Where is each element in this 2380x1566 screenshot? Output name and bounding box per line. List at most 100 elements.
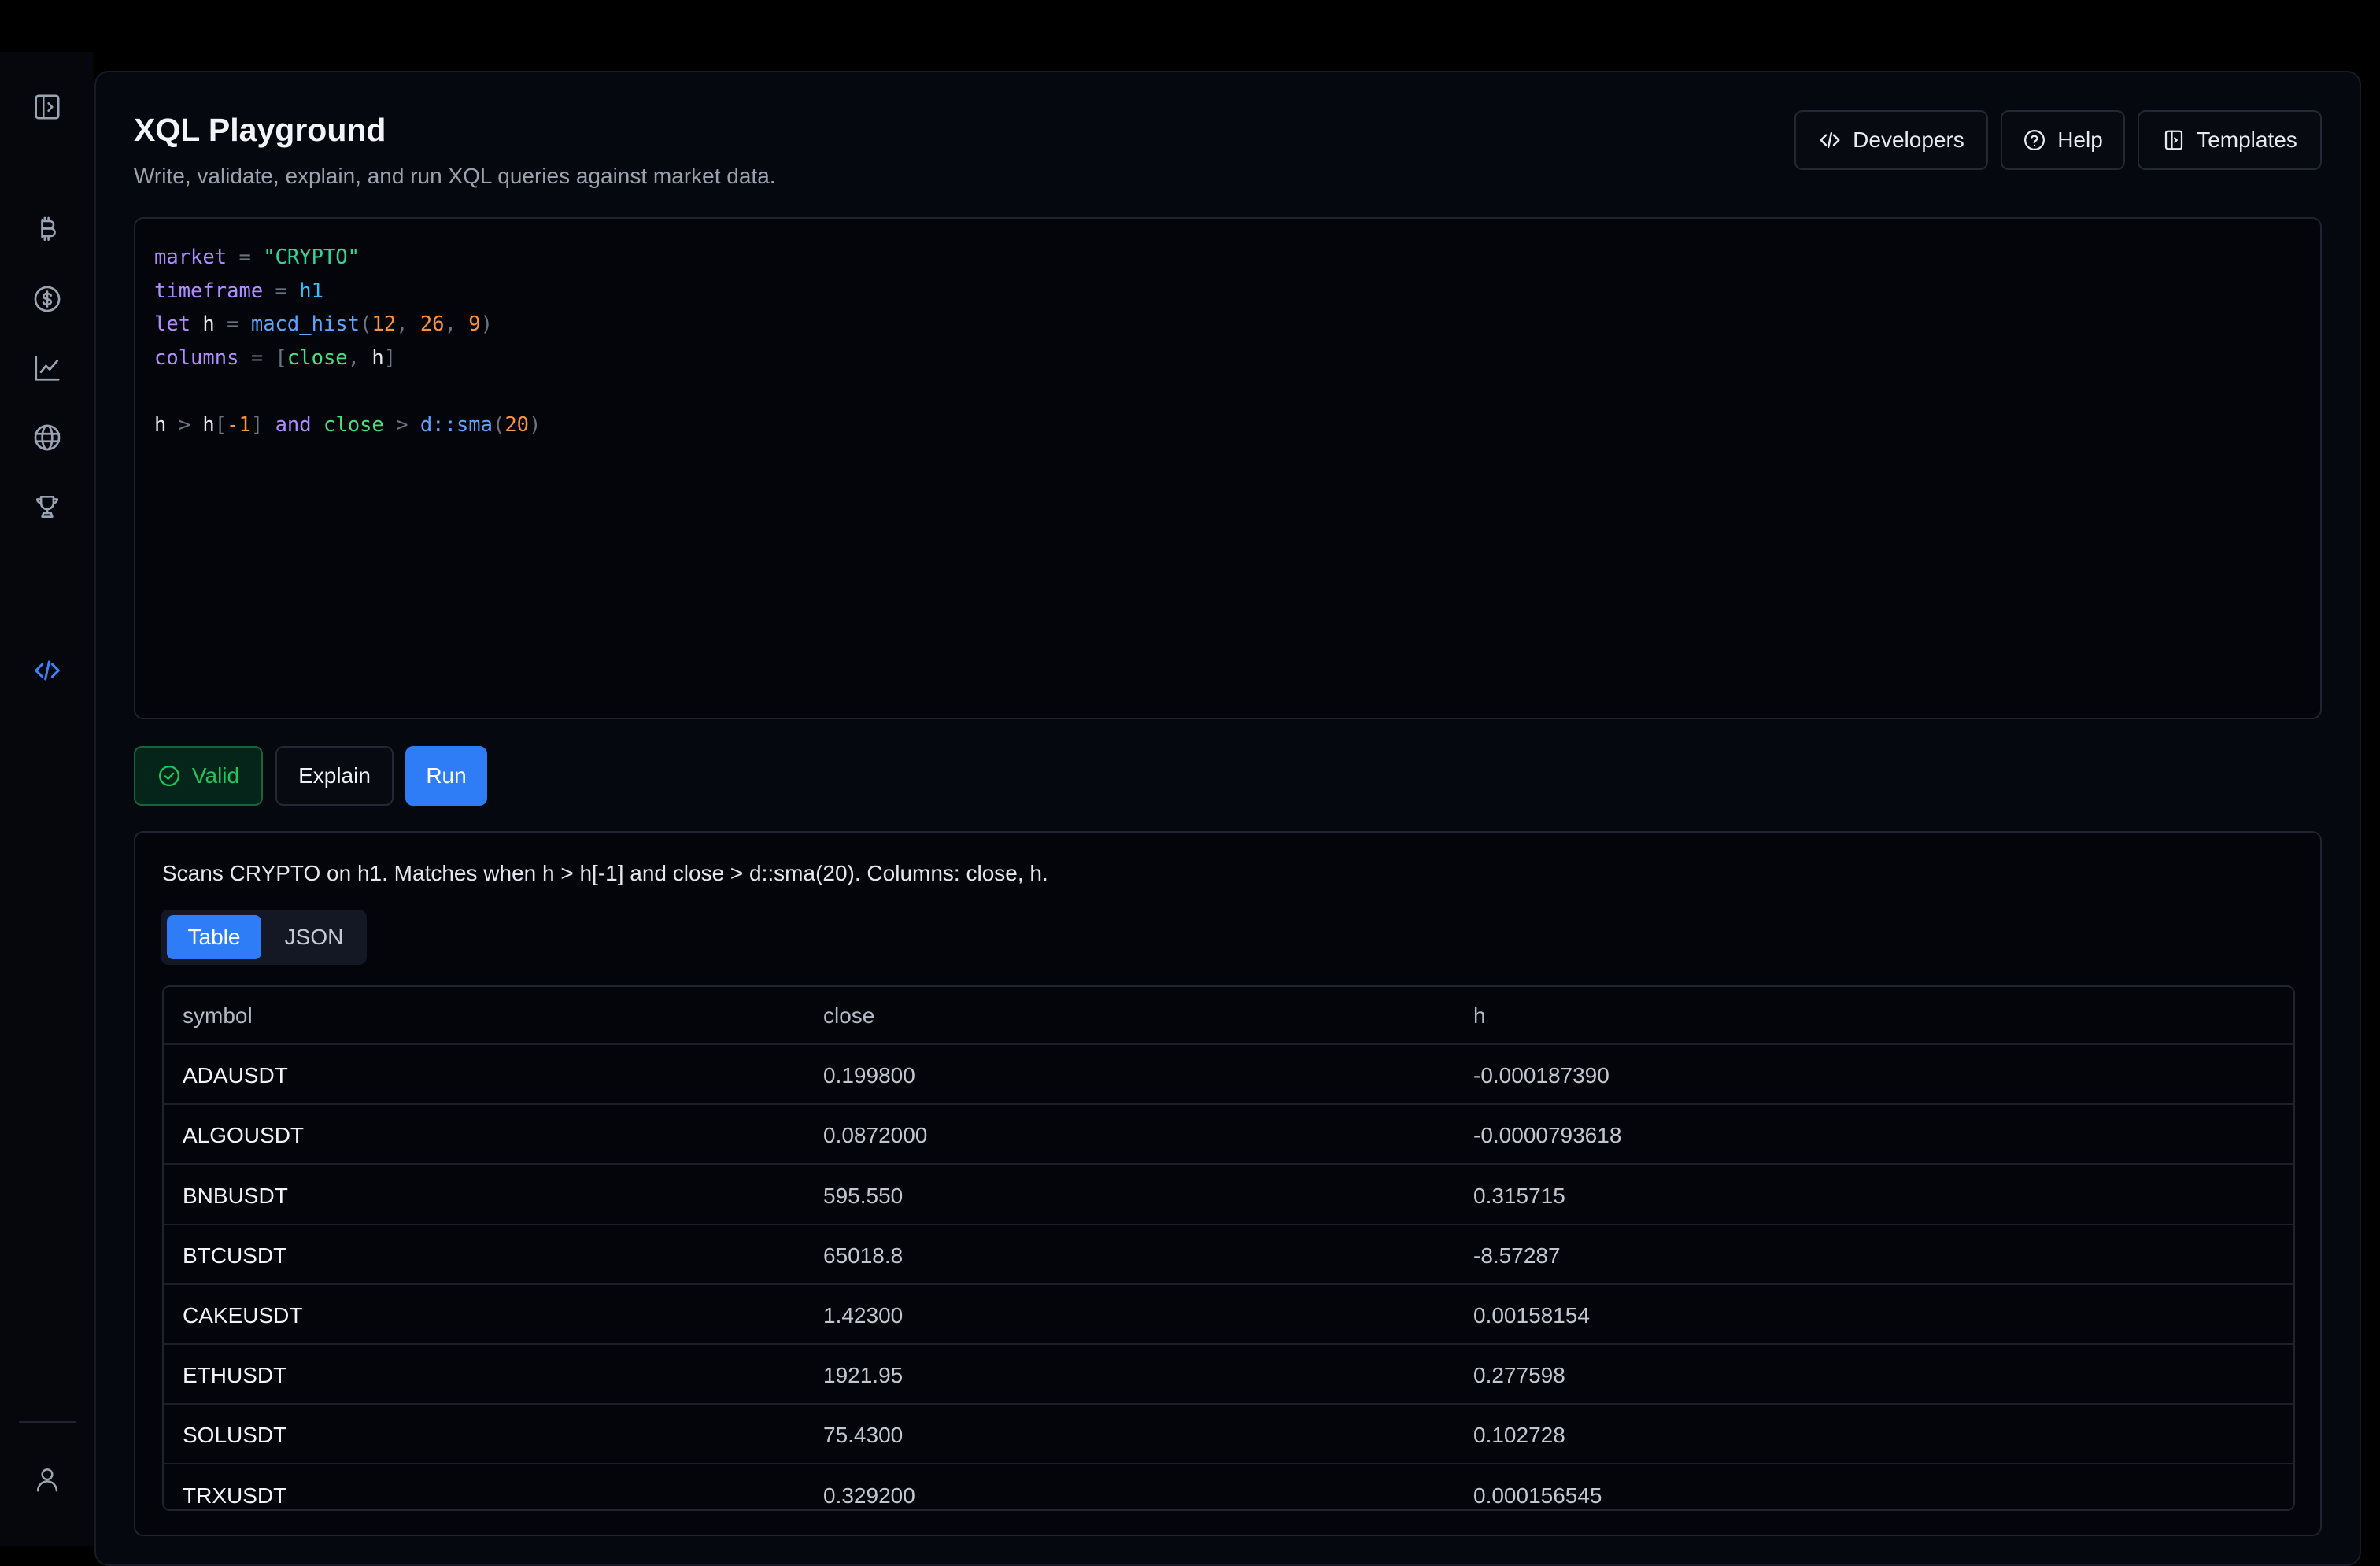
table-cell: TRXUSDT — [183, 1483, 287, 1508]
code-token: columns — [154, 345, 239, 370]
table-row[interactable]: BTCUSDT 65018.8 -8.57287 — [164, 1227, 2293, 1285]
table-cell: ADAUSDT — [183, 1063, 288, 1088]
table-row[interactable]: SOLUSDT 75.4300 0.102728 — [164, 1406, 2293, 1465]
table-cell: 1921.95 — [823, 1363, 904, 1388]
column-header: close — [823, 1003, 875, 1028]
table-row[interactable]: TRXUSDT 0.329200 0.000156545 — [164, 1467, 2293, 1509]
check-circle-icon — [158, 766, 179, 786]
templates-button[interactable]: Templates — [2138, 110, 2322, 170]
table-row[interactable]: ALGOUSDT 0.0872000 -0.0000793618 — [164, 1106, 2293, 1165]
code-line: let h = macd_hist(12, 26, 9) — [154, 308, 2301, 342]
code-token: ] — [250, 412, 275, 437]
sidebar — [0, 52, 94, 1546]
code-token: "CRYPTO" — [263, 246, 360, 269]
table-cell: 75.4300 — [823, 1423, 904, 1448]
valid-label: Valid — [191, 763, 240, 788]
window-top-bar — [0, 0, 2380, 52]
help-circle-icon — [2024, 130, 2046, 150]
table-cell: 0.277598 — [1473, 1363, 1565, 1388]
table-row[interactable]: ETHUSDT 1921.95 0.277598 — [164, 1346, 2293, 1405]
table-cell: 1.42300 — [823, 1303, 904, 1328]
code-token: , — [444, 312, 469, 336]
table-row[interactable]: CAKEUSDT 1.42300 0.00158154 — [164, 1287, 2293, 1345]
table-cell: 0.00158154 — [1473, 1303, 1590, 1328]
code-token: macd_hist — [250, 312, 360, 336]
table-cell: 0.315715 — [1473, 1183, 1565, 1208]
code-line: timeframe = h1 — [154, 275, 2301, 308]
code-token: = — [227, 312, 251, 336]
table-cell: 0.0872000 — [823, 1123, 928, 1148]
developers-button-label: Developers — [1853, 127, 1964, 152]
table-cell: 0.000156545 — [1473, 1483, 1602, 1508]
panel-toggle-icon[interactable] — [28, 88, 66, 126]
code-token: let — [154, 312, 191, 336]
chart-line-icon[interactable] — [28, 349, 66, 387]
tab-table[interactable]: Table — [167, 915, 261, 959]
table-cell: -0.000187390 — [1473, 1063, 1609, 1088]
help-button[interactable]: Help — [2001, 110, 2125, 170]
trophy-icon[interactable] — [28, 488, 66, 526]
code-token: timeframe — [154, 279, 264, 303]
code-token: > — [166, 412, 203, 437]
code-token: 26 — [419, 312, 445, 336]
table-cell: 595.550 — [823, 1183, 904, 1208]
code-icon — [1820, 132, 1840, 148]
code-token: -1 — [227, 412, 251, 437]
explain-button[interactable]: Explain — [275, 746, 394, 806]
column-header: h — [1473, 1003, 1486, 1028]
developers-button[interactable]: Developers — [1794, 110, 1988, 170]
table-row[interactable]: BNBUSDT 595.550 0.315715 — [164, 1167, 2293, 1225]
code-line: market = "CRYPTO" — [154, 241, 2301, 275]
table-cell: -8.57287 — [1473, 1243, 1561, 1268]
table-cell: 0.329200 — [823, 1483, 915, 1508]
table-header-row: symbol close h — [164, 987, 2293, 1045]
dollar-icon[interactable] — [28, 280, 66, 318]
table-cell: -0.0000793618 — [1473, 1123, 1622, 1148]
table-cell: ALGOUSDT — [183, 1123, 305, 1148]
view-toggle: Table JSON — [161, 910, 367, 965]
code-token: h — [371, 345, 384, 370]
sidebar-divider — [19, 1421, 76, 1423]
page-title: XQL Playground — [134, 112, 386, 148]
code-token: close — [311, 412, 384, 437]
help-button-label: Help — [2057, 127, 2103, 152]
column-header: symbol — [183, 1003, 253, 1028]
code-token: = — [227, 246, 264, 269]
tab-json[interactable]: JSON — [268, 915, 360, 959]
code-token: ) — [529, 412, 541, 437]
table-cell: 0.199800 — [823, 1063, 915, 1088]
bitcoin-icon[interactable] — [28, 211, 66, 249]
table-cell: BTCUSDT — [183, 1243, 287, 1268]
code-token: = [ — [238, 345, 287, 370]
run-button[interactable]: Run — [405, 746, 487, 806]
code-token: market — [154, 246, 227, 269]
code-token: 20 — [504, 412, 530, 437]
table-cell: 65018.8 — [823, 1243, 904, 1268]
code-token: ) — [480, 312, 493, 336]
code-token: d::sma — [419, 412, 493, 437]
explain-label: Explain — [298, 763, 371, 788]
code-token: , — [396, 312, 420, 336]
code-icon[interactable] — [28, 652, 66, 689]
code-token: [ — [214, 412, 227, 437]
panel-template-icon — [2165, 130, 2183, 150]
code-token: h — [154, 412, 167, 437]
code-token: and — [275, 412, 312, 437]
code-token: h1 — [299, 279, 323, 303]
code-token: ( — [360, 312, 372, 336]
code-token: > — [383, 412, 420, 437]
code-token: h — [202, 412, 215, 437]
page-subtitle: Write, validate, explain, and run XQL qu… — [134, 164, 776, 188]
globe-icon[interactable] — [28, 419, 66, 456]
table-cell: ETHUSDT — [183, 1363, 287, 1388]
valid-status-button[interactable]: Valid — [134, 746, 263, 806]
code-token: 12 — [371, 312, 397, 336]
user-icon[interactable] — [28, 1461, 66, 1498]
query-editor[interactable]: market = "CRYPTO" timeframe = h1 let h = m… — [134, 217, 2322, 719]
table-row[interactable]: ADAUSDT 0.199800 -0.000187390 — [164, 1047, 2293, 1106]
table-cell: 0.102728 — [1473, 1423, 1565, 1448]
templates-button-label: Templates — [2197, 127, 2297, 152]
results-panel: Scans CRYPTO on h1. Matches when h > h[-… — [134, 831, 2322, 1536]
code-token: , — [347, 345, 372, 370]
